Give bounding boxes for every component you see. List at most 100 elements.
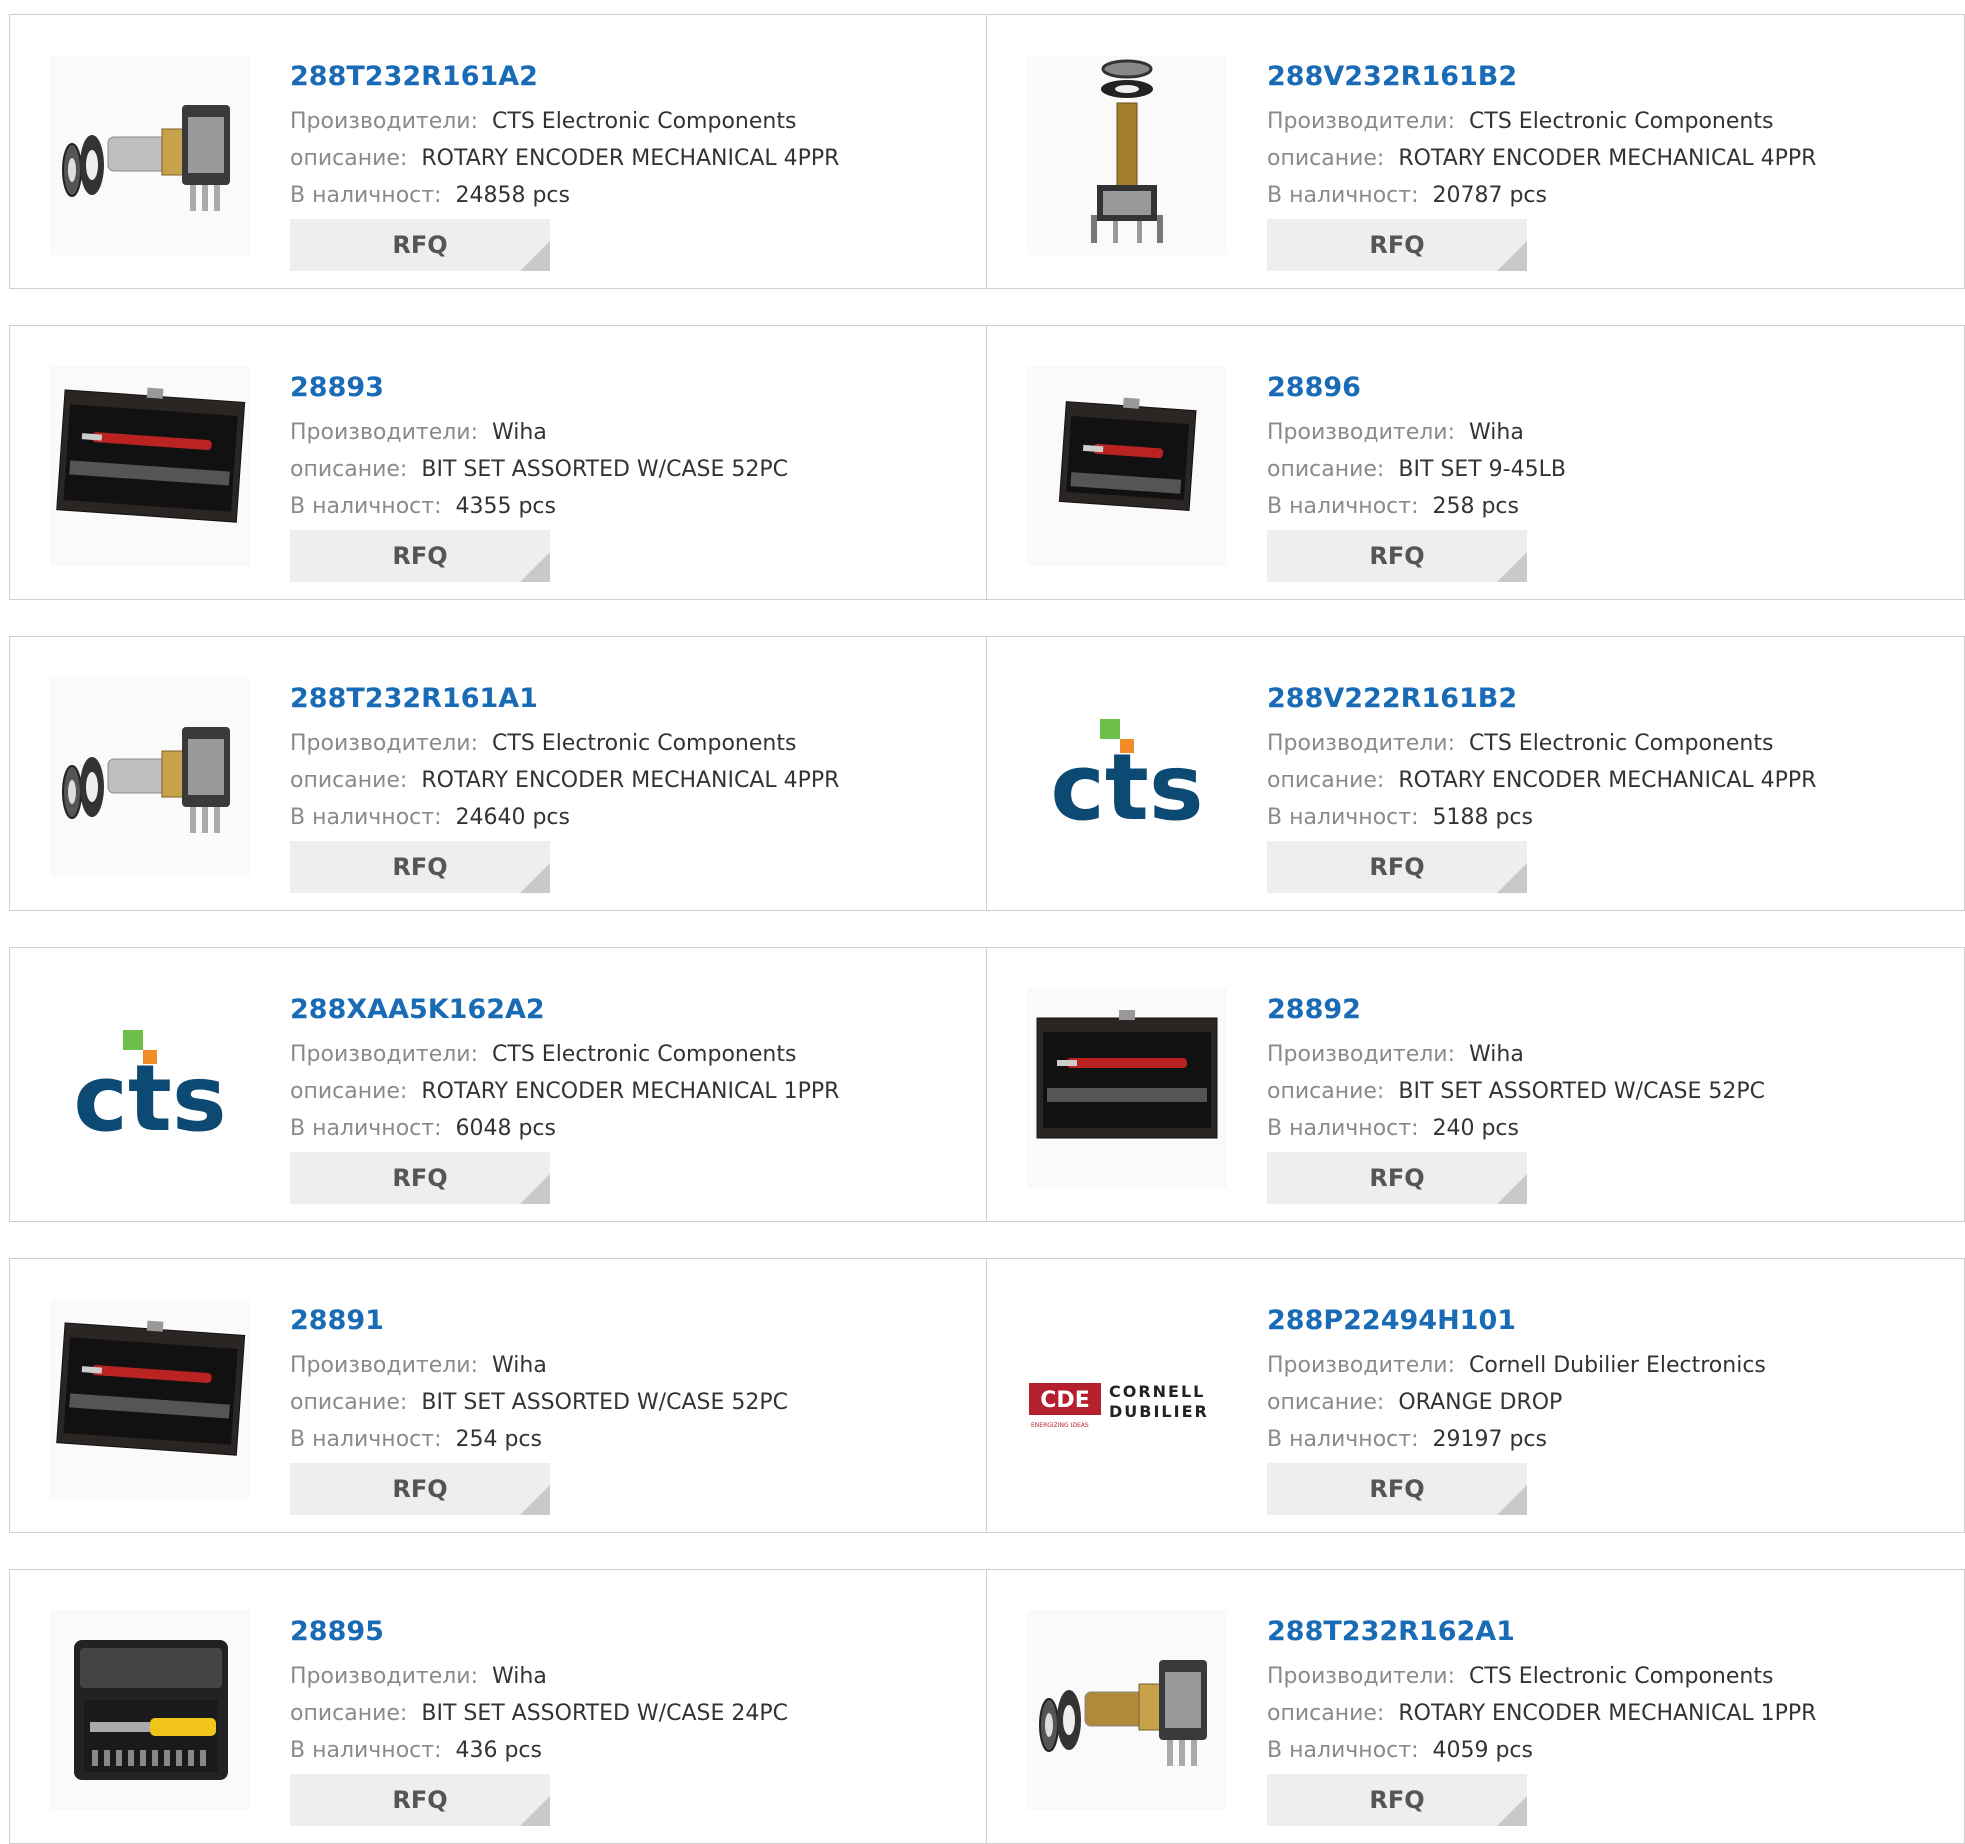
stock-row: В наличност: 254 pcs — [290, 1421, 950, 1458]
rfq-label: RFQ — [1369, 1475, 1425, 1503]
part-number-link[interactable]: 288P22494H101 — [1267, 1303, 1927, 1339]
stock-label: В наличност: — [1267, 183, 1419, 208]
button-corner — [1497, 1796, 1527, 1826]
rfq-button[interactable]: RFQ — [1267, 841, 1527, 893]
product-image[interactable] — [50, 366, 250, 566]
description-label: описание: — [1267, 768, 1385, 793]
manufacturer-label: Производители: — [290, 109, 479, 134]
part-number-link[interactable]: 288V222R161B2 — [1267, 681, 1927, 717]
description-value: ROTARY ENCODER MECHANICAL 4PPR — [1398, 146, 1817, 171]
stock-row: В наличност: 240 pcs — [1267, 1110, 1927, 1147]
rfq-button[interactable]: RFQ — [290, 530, 550, 582]
stock-row: В наличност: 20787 pcs — [1267, 177, 1927, 214]
manufacturer-row: Производители: CTS Electronic Components — [290, 1036, 950, 1073]
part-number-link[interactable]: 288T232R162A1 — [1267, 1614, 1927, 1650]
stock-row: В наличност: 6048 pcs — [290, 1110, 950, 1147]
manufacturer-value: Wiha — [492, 1353, 547, 1378]
rfq-button[interactable]: RFQ — [290, 1463, 550, 1515]
svg-text:DUBILIER: DUBILIER — [1109, 1402, 1209, 1421]
manufacturer-label: Производители: — [1267, 731, 1456, 756]
description-label: описание: — [290, 146, 408, 171]
rfq-button[interactable]: RFQ — [290, 841, 550, 893]
manufacturer-label: Производители: — [1267, 420, 1456, 445]
product-info: 28895 Производители: Wiha описание: BIT SE… — [290, 1614, 950, 1769]
product-info: 28892 Производители: Wiha описание: BIT SE… — [1267, 992, 1927, 1147]
product-image[interactable] — [50, 677, 250, 877]
part-number-link[interactable]: 288V232R161B2 — [1267, 59, 1927, 95]
button-corner — [1497, 863, 1527, 893]
manufacturer-value: Wiha — [492, 420, 547, 445]
product-info: 288T232R162A1 Производители: CTS Electron… — [1267, 1614, 1927, 1769]
part-number-link[interactable]: 288T232R161A1 — [290, 681, 950, 717]
rfq-button[interactable]: RFQ — [1267, 219, 1527, 271]
description-label: описание: — [1267, 146, 1385, 171]
product-row: 28893 Производители: Wiha описание: BIT SE… — [9, 325, 1965, 600]
stock-label: В наличност: — [290, 1738, 442, 1763]
rfq-button[interactable]: RFQ — [290, 1774, 550, 1826]
rfq-button[interactable]: RFQ — [1267, 1774, 1527, 1826]
product-image[interactable] — [50, 55, 250, 255]
part-number-link[interactable]: 28892 — [1267, 992, 1927, 1028]
product-image[interactable]: cts — [1027, 677, 1227, 877]
encoder-vertical-illustration — [1091, 59, 1163, 243]
product-info: 28896 Производители: Wiha описание: BIT SE… — [1267, 370, 1927, 525]
stock-label: В наличност: — [290, 1116, 442, 1141]
rfq-button[interactable]: RFQ — [1267, 530, 1527, 582]
part-number-link[interactable]: 288XAA5K162A2 — [290, 992, 950, 1028]
product-row: 288T232R161A1 Производители: CTS Electron… — [9, 636, 1965, 911]
manufacturer-label: Производители: — [1267, 1042, 1456, 1067]
rfq-label: RFQ — [1369, 853, 1425, 881]
manufacturer-value: Wiha — [1469, 1042, 1524, 1067]
product-image[interactable]: CDE CORNELL DUBILIER ENERGIZING IDEAS — [1027, 1299, 1227, 1499]
product-image[interactable] — [50, 1299, 250, 1499]
encoder-illustration — [62, 105, 230, 211]
manufacturer-label: Производители: — [290, 1353, 479, 1378]
description-value: ROTARY ENCODER MECHANICAL 4PPR — [1398, 768, 1817, 793]
stock-label: В наличност: — [290, 494, 442, 519]
manufacturer-value: CTS Electronic Components — [492, 109, 797, 134]
description-row: описание: ORANGE DROP — [1267, 1384, 1927, 1421]
manufacturer-row: Производители: CTS Electronic Components — [1267, 103, 1927, 140]
rfq-label: RFQ — [392, 542, 448, 570]
part-number-link[interactable]: 28891 — [290, 1303, 950, 1339]
cde-logo: CDE CORNELL DUBILIER ENERGIZING IDEAS — [1029, 1382, 1209, 1429]
description-row: описание: ROTARY ENCODER MECHANICAL 4PPR — [1267, 762, 1927, 799]
manufacturer-label: Производители: — [1267, 109, 1456, 134]
stock-label: В наличност: — [1267, 1427, 1419, 1452]
description-row: описание: BIT SET ASSORTED W/CASE 24PC — [290, 1695, 950, 1732]
product-image[interactable] — [50, 1610, 250, 1810]
product-image[interactable] — [1027, 1610, 1227, 1810]
button-corner — [520, 1174, 550, 1204]
product-card: 288T232R161A2 Производители: CTS Electron… — [9, 14, 987, 289]
product-card: 28891 Производители: Wiha описание: BIT SE… — [9, 1258, 987, 1533]
product-card: 28893 Производители: Wiha описание: BIT SE… — [9, 325, 987, 600]
product-info: 288V232R161B2 Производители: CTS Electron… — [1267, 59, 1927, 214]
part-number-link[interactable]: 288T232R161A2 — [290, 59, 950, 95]
description-value: BIT SET ASSORTED W/CASE 52PC — [421, 457, 788, 482]
description-row: описание: ROTARY ENCODER MECHANICAL 4PPR — [290, 140, 950, 177]
rfq-button[interactable]: RFQ — [1267, 1152, 1527, 1204]
rfq-button[interactable]: RFQ — [290, 219, 550, 271]
product-image[interactable]: cts — [50, 988, 250, 1188]
product-image[interactable] — [1027, 366, 1227, 566]
product-card: cts 288V222R161B2 Производители: CTS Elec… — [987, 636, 1965, 911]
part-number-link[interactable]: 28893 — [290, 370, 950, 406]
manufacturer-row: Производители: Cornell Dubilier Electroni… — [1267, 1347, 1927, 1384]
cts-logo: cts — [1050, 719, 1204, 841]
description-row: описание: BIT SET ASSORTED W/CASE 52PC — [1267, 1073, 1927, 1110]
manufacturer-value: CTS Electronic Components — [492, 731, 797, 756]
description-value: ROTARY ENCODER MECHANICAL 1PPR — [1398, 1701, 1817, 1726]
stock-label: В наличност: — [1267, 494, 1419, 519]
part-number-link[interactable]: 28895 — [290, 1614, 950, 1650]
product-image[interactable] — [1027, 55, 1227, 255]
part-number-link[interactable]: 28896 — [1267, 370, 1927, 406]
product-info: 28893 Производители: Wiha описание: BIT SE… — [290, 370, 950, 525]
product-row: cts 288XAA5K162A2 Производители: CTS Elec… — [9, 947, 1965, 1222]
button-corner — [1497, 1485, 1527, 1515]
rfq-button[interactable]: RFQ — [1267, 1463, 1527, 1515]
svg-text:CDE: CDE — [1040, 1388, 1089, 1413]
product-image[interactable] — [1027, 988, 1227, 1188]
rfq-button[interactable]: RFQ — [290, 1152, 550, 1204]
rfq-label: RFQ — [392, 853, 448, 881]
svg-text:ENERGIZING IDEAS: ENERGIZING IDEAS — [1031, 1422, 1089, 1429]
